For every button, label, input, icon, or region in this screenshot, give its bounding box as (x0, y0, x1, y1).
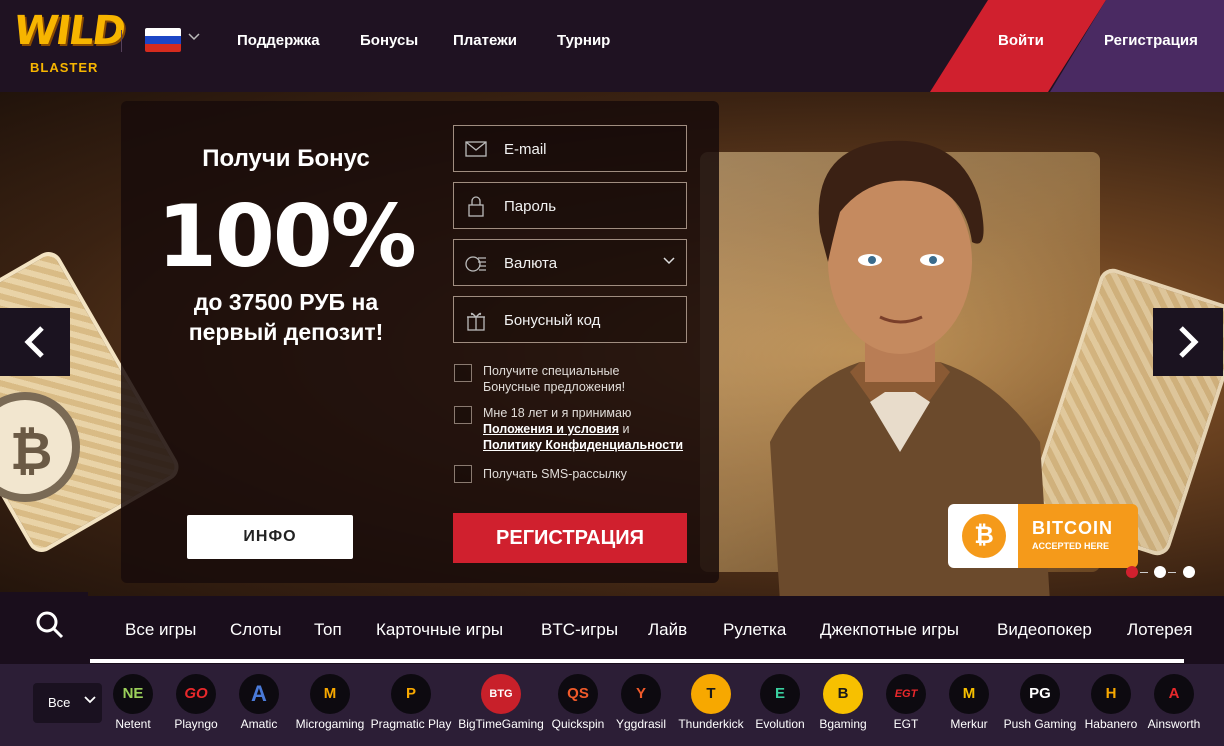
category-card-games[interactable]: Карточные игры (376, 620, 503, 640)
hero-banner: ₿ Получи Бонус 100% до 37500 РУБ на перв… (0, 92, 1224, 596)
bigtimegaming-logo-icon: BTG (481, 674, 521, 714)
quickspin-logo-icon: QS (558, 674, 598, 714)
password-field[interactable]: Пароль (453, 182, 687, 229)
nav-tournament[interactable]: Турнир (557, 32, 610, 49)
category-slots[interactable]: Слоты (230, 620, 281, 640)
playngo-logo-icon: GO (176, 674, 216, 714)
chevron-down-icon (663, 257, 675, 265)
slider-dot-1[interactable] (1126, 566, 1138, 578)
category-btc-games[interactable]: BTC-игры (541, 620, 618, 640)
bitcoin-accepted-badge: ₿ BITCOIN ACCEPTED HERE (948, 504, 1138, 568)
push-gaming-logo-icon: PG (1020, 674, 1060, 714)
search-icon (36, 611, 64, 639)
bitcoin-icon: ₿ (962, 514, 1006, 558)
category-lottery[interactable]: Лотерея (1127, 620, 1192, 640)
slider-dot-2[interactable] (1154, 566, 1166, 578)
thunderkick-logo-icon: T (691, 674, 731, 714)
yggdrasil-logo-icon: Y (621, 674, 661, 714)
registration-panel: Получи Бонус 100% до 37500 РУБ на первый… (121, 101, 719, 583)
lock-icon (468, 196, 484, 217)
category-live[interactable]: Лайв (648, 620, 687, 640)
game-category-bar: Все игры Слоты Топ Карточные игры BTC-иг… (0, 592, 1224, 664)
ainsworth-logo-icon: A (1154, 674, 1194, 714)
netent-logo-icon: NE (113, 674, 153, 714)
russia-flag-icon[interactable] (145, 28, 181, 52)
chevron-down-icon[interactable] (187, 30, 201, 44)
active-category-underline (90, 659, 1184, 663)
register-submit-button[interactable]: РЕГИСТРАЦИЯ (453, 513, 687, 563)
sms-label: Получать SMS-рассылку (483, 467, 627, 481)
provider-pragmatic-play[interactable]: P Pragmatic Play (366, 674, 456, 746)
chevron-left-icon (24, 326, 44, 358)
category-video-poker[interactable]: Видеопокер (997, 620, 1092, 640)
habanero-logo-icon: H (1091, 674, 1131, 714)
slider-dots (1124, 566, 1204, 580)
info-button[interactable]: ИНФО (187, 515, 353, 559)
category-roulette[interactable]: Рулетка (723, 620, 786, 640)
envelope-icon (465, 141, 487, 157)
currency-select[interactable]: Валюта (453, 239, 687, 286)
nav-support[interactable]: Поддержка (237, 32, 320, 49)
evolution-logo-icon: E (760, 674, 800, 714)
gift-icon (467, 312, 485, 331)
promo-percentage: 100% (157, 187, 417, 287)
category-jackpot-games[interactable]: Джекпотные игры (820, 620, 959, 640)
nav-bonuses[interactable]: Бонусы (360, 32, 418, 49)
providers-bar: Все NE Netent GO Playngo A Amatic M Microgam… (0, 664, 1224, 746)
terms-checkbox[interactable] (454, 406, 472, 424)
email-field[interactable]: E-mail (453, 125, 687, 172)
bonus-offers-label: Получите специальные Бонусные предложени… (483, 364, 626, 394)
slider-next-button[interactable] (1153, 308, 1223, 376)
chevron-right-icon (1179, 326, 1199, 358)
merkur-logo-icon: M (949, 674, 989, 714)
provider-microgaming[interactable]: M Microgaming (285, 674, 375, 746)
slider-dot-3[interactable] (1183, 566, 1195, 578)
coins-icon (465, 256, 486, 272)
header-divider (121, 30, 122, 52)
bgaming-logo-icon: B (823, 674, 863, 714)
bonus-offers-checkbox[interactable] (454, 364, 472, 382)
category-all-games[interactable]: Все игры (125, 620, 196, 640)
category-top[interactable]: Топ (314, 620, 342, 640)
site-header: WILD BLASTER Поддержка Бонусы Платежи Ту… (0, 0, 1224, 92)
terms-link[interactable]: Положения и условия (483, 422, 619, 436)
microgaming-logo-icon: M (310, 674, 350, 714)
wild-blaster-logo[interactable]: WILD BLASTER (11, 8, 127, 80)
promo-heading: Получи Бонус (202, 145, 370, 172)
provider-ainsworth[interactable]: A Ainsworth (1129, 674, 1219, 746)
privacy-policy-link[interactable]: Политику Конфиденциальности (483, 438, 683, 452)
amatic-logo-icon: A (239, 674, 279, 714)
slider-prev-button[interactable] (0, 308, 70, 376)
egt-logo-icon: EGT (886, 674, 926, 714)
nav-payments[interactable]: Платежи (453, 32, 517, 49)
promo-details: до 37500 РУБ на первый депозит! (188, 289, 384, 345)
sms-checkbox[interactable] (454, 465, 472, 483)
pragmatic-play-logo-icon: P (391, 674, 431, 714)
search-button[interactable] (0, 592, 88, 664)
terms-label: Мне 18 лет и я принимаю Положения и усло… (483, 406, 684, 452)
bonus-code-field[interactable]: Бонусный код (453, 296, 687, 343)
